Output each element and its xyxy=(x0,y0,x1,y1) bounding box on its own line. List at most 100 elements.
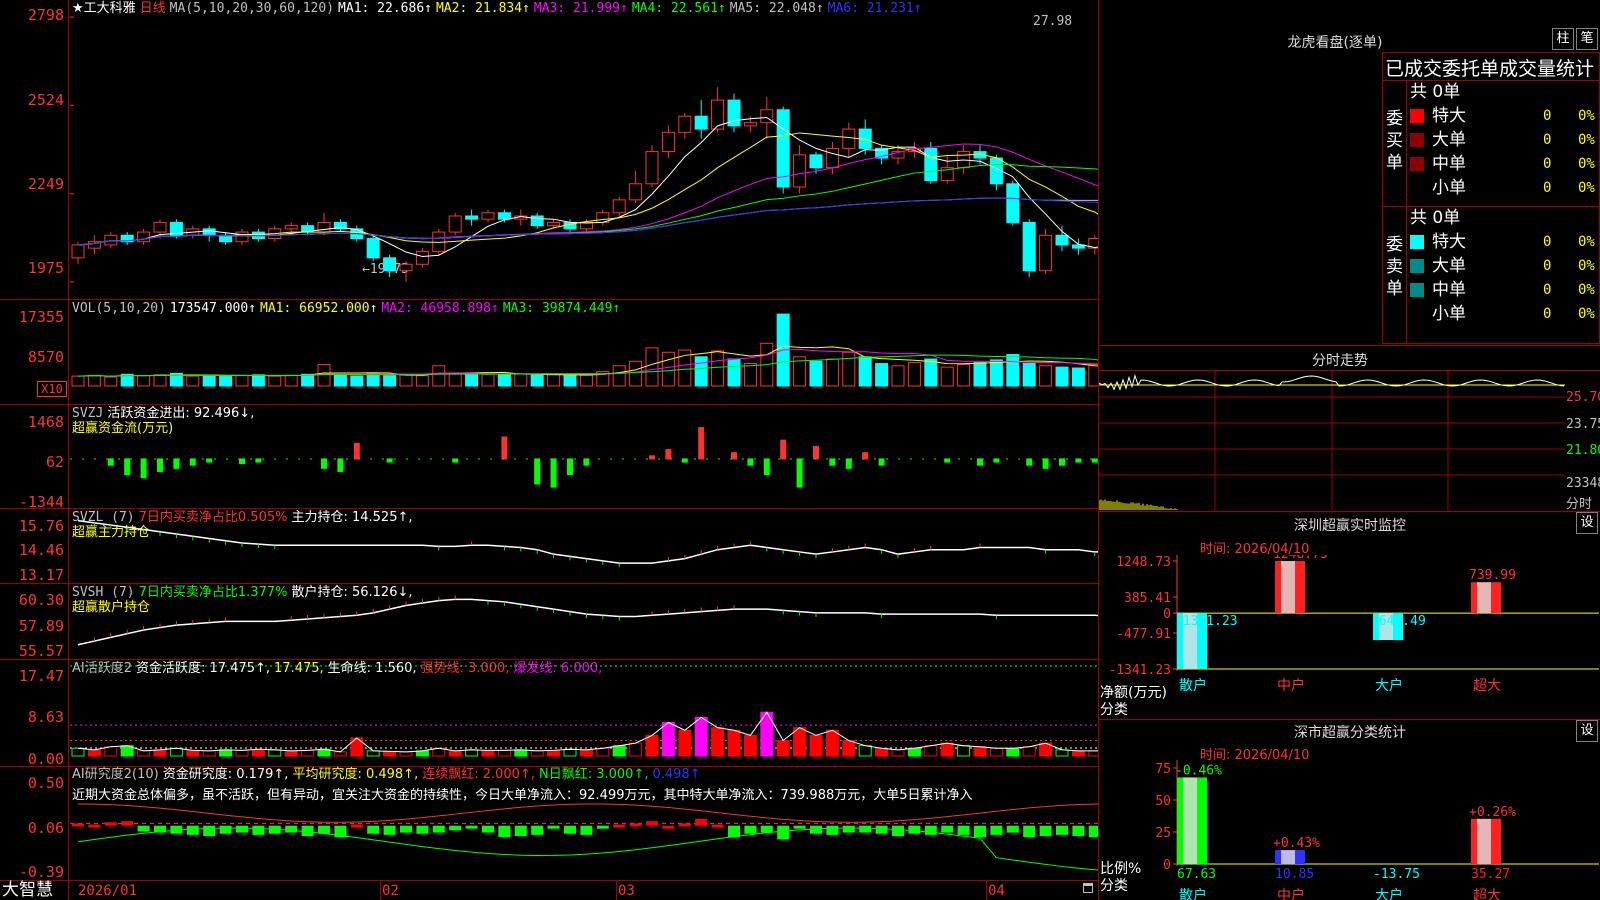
row-count: 0 xyxy=(1543,156,1551,172)
svzj-chart[interactable] xyxy=(70,405,1098,508)
monitor-bar-chart[interactable]: 1248.73 385.410 -477.91 -1341.23 -1341.23 散户 1… xyxy=(1099,555,1599,720)
activity-bar xyxy=(974,747,986,756)
svsh-axis-label: 57.89 xyxy=(0,618,64,634)
research-trend-red xyxy=(78,804,1098,822)
bar-mark xyxy=(826,359,838,386)
research-bar xyxy=(679,823,691,826)
research-bar xyxy=(695,819,707,826)
row-count: 0 xyxy=(1543,108,1551,124)
row-label: 中单 xyxy=(1432,280,1466,300)
bar-mark xyxy=(810,361,822,386)
bar-mark xyxy=(174,459,179,468)
bar-mark xyxy=(1089,364,1098,386)
monitor-title: 深圳超赢实时监控 xyxy=(1260,515,1440,535)
row-percent: 0% xyxy=(1578,180,1595,196)
research-bar xyxy=(859,826,871,833)
bar-mark xyxy=(535,459,540,484)
axis-divider xyxy=(68,0,69,900)
candle-body xyxy=(744,123,756,126)
research-bar xyxy=(138,826,150,832)
tick-view-button[interactable]: 笔 xyxy=(1576,28,1598,50)
research-bar xyxy=(285,826,297,833)
candle-body xyxy=(482,213,494,219)
classify-bar-chart[interactable]: 75 50 25 0 -0.46% 67.63 散户 +0.43% 10.85 中户 -13.75 大… xyxy=(1099,760,1599,900)
research-bar xyxy=(482,826,494,833)
research-bar xyxy=(252,826,264,835)
candle-body xyxy=(449,216,461,232)
bar-mark xyxy=(925,359,937,386)
ai-research-axis-label: -0.39 xyxy=(0,864,64,880)
research-bar xyxy=(449,826,461,831)
classify-bar-shine xyxy=(1281,850,1295,864)
activity-bar xyxy=(531,751,543,756)
bar-mark xyxy=(203,375,215,386)
activity-bar xyxy=(187,750,199,756)
row-percent: 0% xyxy=(1578,306,1595,322)
svzl-chart[interactable] xyxy=(70,509,1098,583)
candle-body xyxy=(384,258,396,271)
monitor-settings-button[interactable]: 设 xyxy=(1576,512,1598,534)
activity-bar xyxy=(1023,747,1035,756)
monitor-axis-label: -477.91 xyxy=(1116,627,1171,642)
candlestick-chart[interactable] xyxy=(70,0,1098,298)
date-axis-label: 03 xyxy=(618,883,635,899)
monitor-axis-label: 0 xyxy=(1163,607,1171,622)
candle-body xyxy=(662,132,674,151)
bar-mark xyxy=(584,459,589,465)
bar-mark xyxy=(876,364,888,386)
research-bar xyxy=(88,825,100,828)
bar-mark xyxy=(859,357,871,386)
classify-axis-label: 25 xyxy=(1155,826,1171,841)
monitor-value-label: 1248.73 xyxy=(1273,555,1328,562)
bar-mark xyxy=(879,459,884,465)
activity-bar xyxy=(859,746,871,756)
price-axis-label: 2249 xyxy=(0,176,64,192)
ai-active-chart[interactable] xyxy=(70,660,1098,766)
classify-category-label: 超大 xyxy=(1473,888,1501,900)
svsh-chart[interactable] xyxy=(70,584,1098,659)
ai-research-chart[interactable] xyxy=(70,767,1098,880)
activity-bar xyxy=(630,743,642,756)
bar-mark xyxy=(141,459,146,478)
bar-mark xyxy=(449,373,461,386)
svzj-axis-label: 62 xyxy=(0,454,64,470)
color-swatch xyxy=(1410,157,1424,171)
lock-icon[interactable] xyxy=(1083,883,1093,893)
bar-mark xyxy=(240,459,245,464)
ai-active-axis-label: 0.00 xyxy=(0,751,64,767)
bar-mark xyxy=(433,366,445,386)
classify-bar-shine xyxy=(1183,777,1197,864)
classify-settings-button[interactable]: 设 xyxy=(1576,720,1598,742)
bar-mark xyxy=(1023,364,1035,386)
ma-line xyxy=(78,133,1098,247)
activity-bar xyxy=(597,748,609,756)
classify-category-label: 中户 xyxy=(1277,887,1305,900)
ai-active-axis-label: 8.63 xyxy=(0,709,64,725)
volume-chart[interactable] xyxy=(70,300,1098,404)
research-bar xyxy=(220,826,232,834)
research-bar xyxy=(1056,826,1068,835)
holding-line xyxy=(78,521,1098,564)
activity-bar xyxy=(892,750,904,756)
timeshare-chart[interactable] xyxy=(1099,371,1565,510)
bar-mark xyxy=(941,367,953,386)
classify-category-label: 散户 xyxy=(1179,887,1207,900)
candle-body xyxy=(826,148,838,167)
candle-body xyxy=(236,232,248,242)
activity-bar xyxy=(220,750,232,756)
activity-bar xyxy=(908,748,920,756)
candle-body xyxy=(630,184,642,200)
bar-mark xyxy=(285,375,297,386)
activity-bar xyxy=(302,750,314,756)
bar-mark xyxy=(154,375,166,386)
svzl-axis-label: 15.76 xyxy=(0,518,64,534)
activity-bar xyxy=(580,750,592,756)
activity-bar xyxy=(416,751,428,756)
monitor-bar-shine xyxy=(1477,582,1491,613)
color-swatch xyxy=(1410,133,1424,147)
research-bar xyxy=(958,826,970,835)
research-bar xyxy=(843,826,855,833)
research-bar xyxy=(613,825,625,828)
bar-view-button[interactable]: 柱 xyxy=(1552,28,1574,50)
bar-mark xyxy=(580,375,592,386)
